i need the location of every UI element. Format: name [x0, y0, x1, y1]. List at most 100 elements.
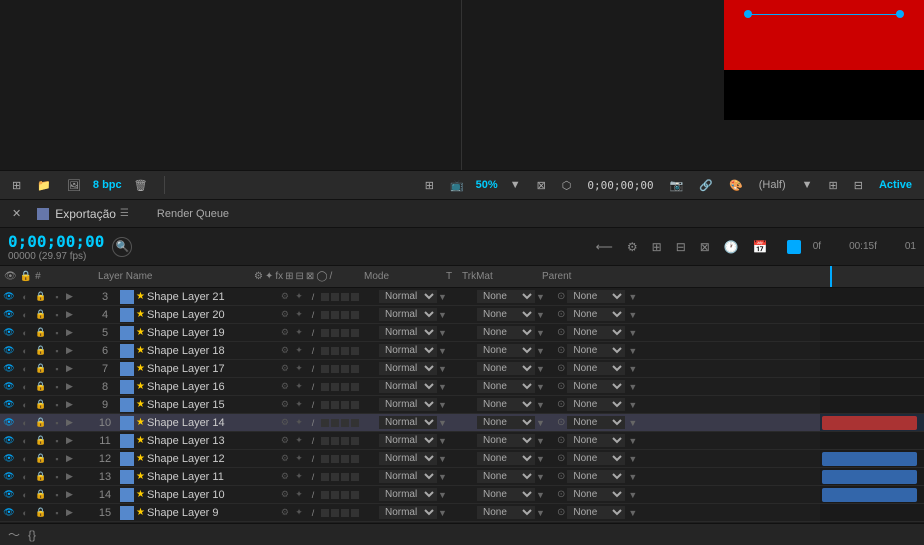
parent-select[interactable]: None — [567, 398, 625, 411]
trkmat-select[interactable]: None Alpha Luma — [477, 488, 535, 501]
expand-icon[interactable]: ▶ — [66, 507, 76, 518]
toolbar-image-icon[interactable]: 🖼 — [63, 177, 85, 194]
tab-close-icon[interactable]: ✕ — [8, 205, 25, 222]
tool-icon-7[interactable]: 📅 — [750, 240, 771, 254]
timeline-track[interactable] — [820, 342, 924, 360]
trkmat-select[interactable]: None Alpha Luma — [477, 380, 535, 393]
timeline-track[interactable] — [820, 360, 924, 378]
expand-icon[interactable]: ▶ — [66, 471, 76, 482]
color-icon[interactable]: 🎨 — [725, 177, 747, 194]
toolbar-preview-icon[interactable]: 📺 — [446, 177, 468, 194]
label-icon[interactable]: ▪ — [50, 452, 64, 466]
mode-select[interactable]: Normal Add Multiply — [379, 488, 437, 501]
bottom-icon-wave[interactable]: 〜 — [8, 526, 20, 543]
trkmat-select[interactable]: None Alpha Luma — [477, 452, 535, 465]
solo-icon[interactable]: ◐ — [18, 290, 32, 304]
timeline-track[interactable] — [820, 306, 924, 324]
solo-icon[interactable]: ◐ — [18, 326, 32, 340]
eye-icon[interactable]: 👁 — [2, 470, 16, 484]
solo-icon[interactable]: ◐ — [18, 380, 32, 394]
mode-select[interactable]: Normal Add Multiply — [379, 344, 437, 357]
layer-row[interactable]: 👁 ◐ 🔒 ▪ ▶ 15 ★ Shape Layer 9 ⚙ ✦ / Norma… — [0, 504, 820, 522]
layer-row[interactable]: 👁 ◐ 🔒 ▪ ▶ 6 ★ Shape Layer 18 ⚙ ✦ / Norma… — [0, 342, 820, 360]
lock-icon[interactable]: 🔒 — [34, 344, 48, 358]
parent-select[interactable]: None — [567, 308, 625, 321]
parent-select[interactable]: None — [567, 380, 625, 393]
label-icon[interactable]: ▪ — [50, 398, 64, 412]
quality-dropdown[interactable]: ▼ — [798, 177, 817, 193]
parent-select[interactable]: None — [567, 434, 625, 447]
label-icon[interactable]: ▪ — [50, 488, 64, 502]
trkmat-select[interactable]: None Alpha Luma — [477, 434, 535, 447]
parent-select[interactable]: None — [567, 290, 625, 303]
eye-icon[interactable]: 👁 — [2, 308, 16, 322]
timeline-track[interactable] — [820, 378, 924, 396]
toolbar-grid-icon[interactable]: ⊞ — [8, 177, 25, 194]
lock-icon[interactable]: 🔒 — [34, 290, 48, 304]
timecode-display[interactable]: 0;00;00;00 — [583, 177, 657, 194]
eye-icon[interactable]: 👁 — [2, 326, 16, 340]
trkmat-select[interactable]: None Alpha Luma — [477, 416, 535, 429]
trkmat-select[interactable]: None Alpha Luma — [477, 398, 535, 411]
timecode-display-main[interactable]: 0;00;00;00 — [8, 232, 104, 251]
bpc-display[interactable]: 8 bpc — [93, 179, 122, 191]
lock-icon[interactable]: 🔒 — [34, 308, 48, 322]
lock-icon[interactable]: 🔒 — [34, 362, 48, 376]
tool-icon-2[interactable]: ⚙ — [624, 240, 641, 254]
fit-icon[interactable]: ⊠ — [533, 177, 550, 194]
mode-select[interactable]: Normal Add Multiply — [379, 308, 437, 321]
eye-icon[interactable]: 👁 — [2, 416, 16, 430]
lock-icon[interactable]: 🔒 — [34, 380, 48, 394]
solo-icon[interactable]: ◐ — [18, 416, 32, 430]
expand-icon[interactable]: ▶ — [66, 489, 76, 500]
timeline-track[interactable] — [820, 504, 924, 522]
layer-row[interactable]: 👁 ◐ 🔒 ▪ ▶ 9 ★ Shape Layer 15 ⚙ ✦ / Norma… — [0, 396, 820, 414]
eye-icon[interactable]: 👁 — [2, 488, 16, 502]
lock-icon[interactable]: 🔒 — [34, 416, 48, 430]
eye-icon[interactable]: 👁 — [2, 380, 16, 394]
solo-icon[interactable]: ◐ — [18, 398, 32, 412]
timeline-playhead[interactable] — [830, 266, 832, 287]
toolbar-trash-icon[interactable]: 🗑 — [130, 177, 152, 194]
render-queue-tab[interactable]: Render Queue — [153, 206, 233, 222]
parent-select[interactable]: None — [567, 488, 625, 501]
trkmat-select[interactable]: None Alpha Luma — [477, 344, 535, 357]
trkmat-select[interactable]: None Alpha Luma — [477, 362, 535, 375]
timeline-track[interactable] — [820, 468, 924, 486]
expand-icon[interactable]: ▶ — [66, 435, 76, 446]
mode-select[interactable]: Normal Add Multiply — [379, 398, 437, 411]
timeline-track[interactable] — [820, 450, 924, 468]
snap-icon[interactable]: 🔗 — [695, 177, 717, 194]
lock-icon[interactable]: 🔒 — [34, 452, 48, 466]
parent-select[interactable]: None — [567, 362, 625, 375]
mode-select[interactable]: Normal Add Multiply — [379, 326, 437, 339]
expand-icon[interactable]: ▶ — [66, 291, 76, 302]
solo-icon[interactable]: ◐ — [18, 344, 32, 358]
eye-icon[interactable]: 👁 — [2, 362, 16, 376]
layer-row[interactable]: 👁 ◐ 🔒 ▪ ▶ 11 ★ Shape Layer 13 ⚙ ✦ / Norm… — [0, 432, 820, 450]
trkmat-select[interactable]: None Alpha Luma — [477, 506, 535, 519]
frame-icon[interactable]: ⬡ — [558, 177, 576, 194]
eye-icon[interactable]: 👁 — [2, 452, 16, 466]
layer-row[interactable]: 👁 ◐ 🔒 ▪ ▶ 4 ★ Shape Layer 20 ⚙ ✦ / Norma… — [0, 306, 820, 324]
toolbar-extra1[interactable]: ⊞ — [825, 177, 842, 194]
lock-icon[interactable]: 🔒 — [34, 326, 48, 340]
parent-select[interactable]: None — [567, 470, 625, 483]
eye-icon[interactable]: 👁 — [2, 344, 16, 358]
solo-icon[interactable]: ◐ — [18, 470, 32, 484]
solo-icon[interactable]: ◐ — [18, 488, 32, 502]
mode-select[interactable]: Normal Add Multiply — [379, 416, 437, 429]
trkmat-select[interactable]: None Alpha Luma — [477, 326, 535, 339]
timecode-search-btn[interactable]: 🔍 — [112, 237, 132, 257]
solo-icon[interactable]: ◐ — [18, 434, 32, 448]
toolbar-extra2[interactable]: ⊟ — [850, 177, 867, 194]
parent-select[interactable]: None — [567, 506, 625, 519]
label-icon[interactable]: ▪ — [50, 470, 64, 484]
layer-row[interactable]: 👁 ◐ 🔒 ▪ ▶ 8 ★ Shape Layer 16 ⚙ ✦ / Norma… — [0, 378, 820, 396]
label-icon[interactable]: ▪ — [50, 362, 64, 376]
timeline-track[interactable] — [820, 396, 924, 414]
composition-tab[interactable]: Exportação ☰ — [37, 207, 129, 221]
tool-icon-5[interactable]: ⊠ — [697, 240, 713, 254]
label-icon[interactable]: ▪ — [50, 290, 64, 304]
camera-icon[interactable]: 📷 — [666, 177, 688, 194]
